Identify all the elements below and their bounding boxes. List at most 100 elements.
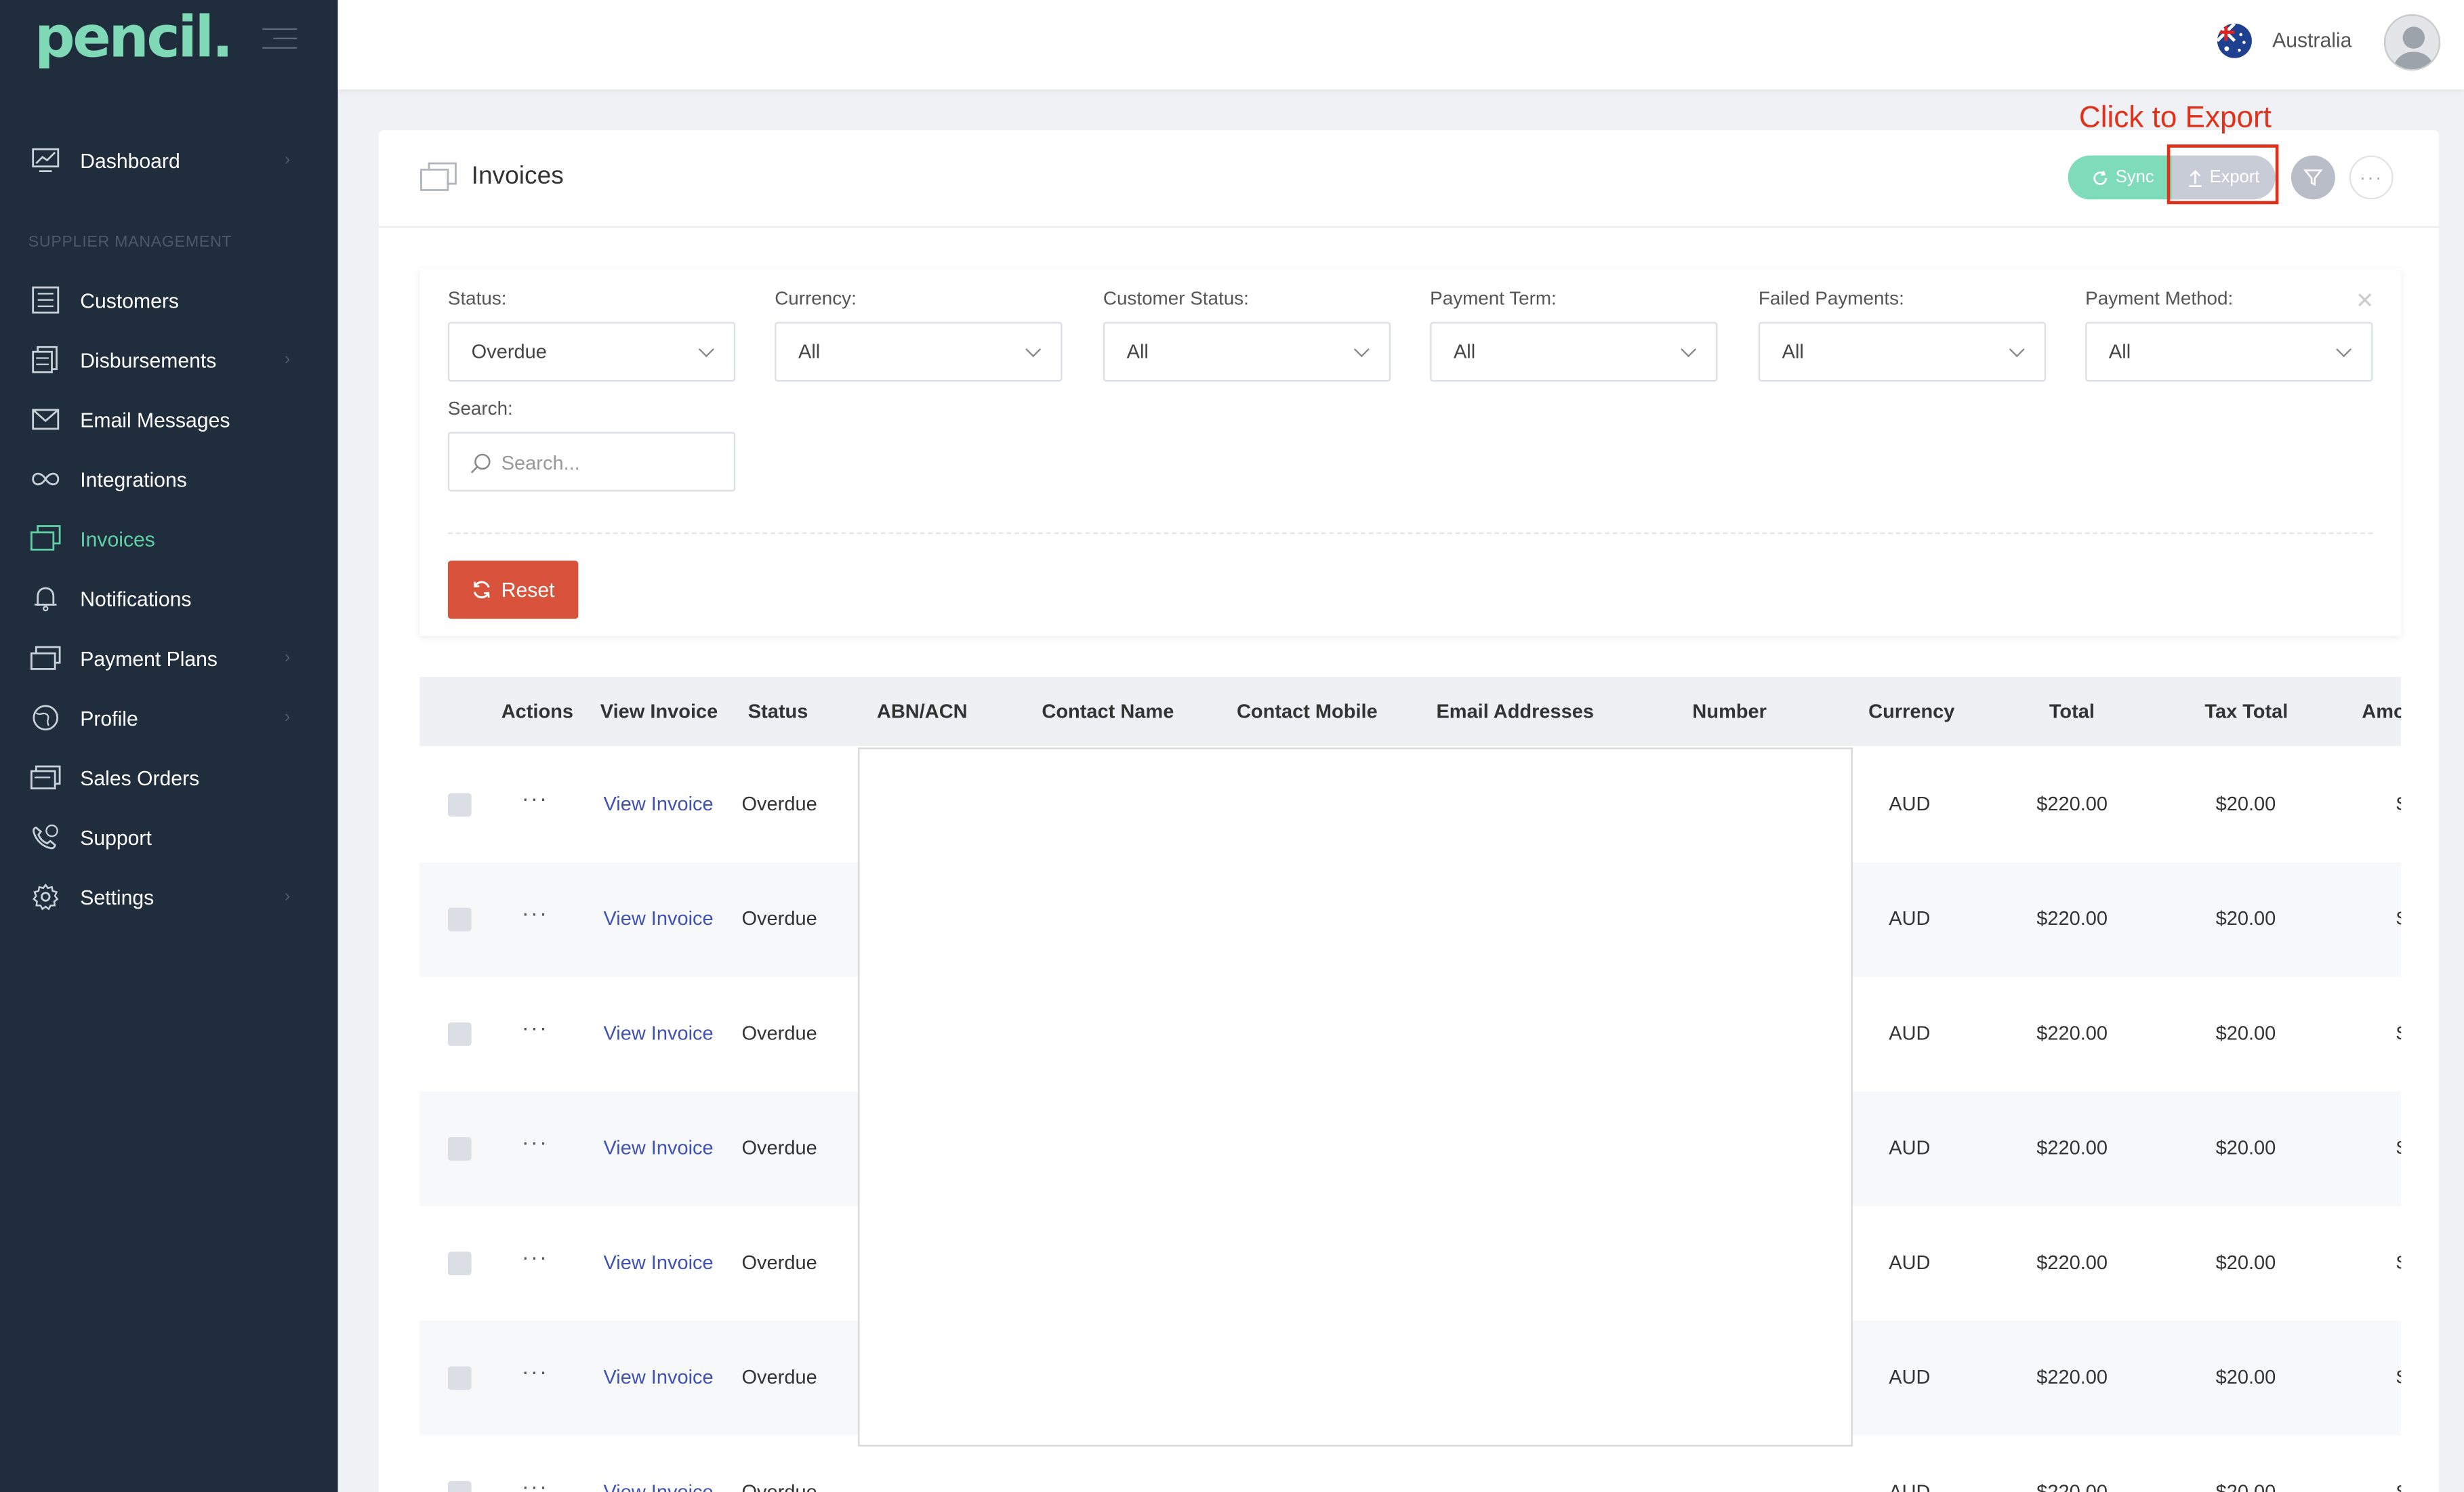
row-checkbox[interactable] — [447, 1251, 472, 1276]
table-header: Actions View Invoice Status ABN/ACN Cont… — [419, 677, 2402, 746]
status-cell: Overdue — [741, 1366, 817, 1389]
column-header[interactable]: Actions — [501, 701, 573, 722]
total-cell: $220.00 — [2036, 793, 2108, 815]
close-icon[interactable]: ✕ — [2356, 287, 2374, 314]
currency-filter-label: Currency: — [775, 287, 857, 310]
currency-select[interactable]: All — [775, 322, 1063, 382]
currency-select-value: All — [798, 340, 821, 363]
sidebar-item-profile[interactable]: Profile › — [0, 688, 338, 747]
row-checkbox[interactable] — [447, 1366, 472, 1390]
view-invoice-link[interactable]: View Invoice — [603, 1137, 713, 1159]
row-actions-icon[interactable]: ··· — [522, 900, 548, 925]
view-invoice-link[interactable]: View Invoice — [603, 1022, 713, 1044]
payment-term-select[interactable]: All — [1430, 322, 1718, 382]
stack-icon — [32, 346, 58, 373]
tax-total-cell: $20.00 — [2215, 1022, 2276, 1045]
row-actions-icon[interactable]: ··· — [522, 1244, 548, 1269]
column-header[interactable]: Contact Name — [1042, 701, 1174, 722]
sidebar-item-customers[interactable]: Customers — [0, 270, 338, 330]
chevron-down-icon — [1025, 341, 1042, 358]
sidebar-item-sales-orders[interactable]: Sales Orders — [0, 747, 338, 807]
sidebar-item-disbursements[interactable]: Disbursements › — [0, 330, 338, 390]
column-header[interactable]: Amo — [2362, 701, 2401, 722]
sidebar-item-integrations[interactable]: Integrations — [0, 449, 338, 509]
sidebar-item-payment-plans[interactable]: Payment Plans › — [0, 628, 338, 688]
export-highlight-box — [2167, 144, 2279, 205]
failed-payments-select[interactable]: All — [1758, 322, 2047, 382]
sync-icon — [2093, 169, 2108, 184]
column-header[interactable]: Total — [2049, 701, 2095, 722]
status-cell: Overdue — [741, 1251, 817, 1274]
column-header[interactable]: Currency — [1868, 701, 1954, 722]
sidebar-item-invoices[interactable]: Invoices — [0, 509, 338, 568]
filter-button[interactable] — [2291, 155, 2335, 200]
view-invoice-link[interactable]: View Invoice — [603, 793, 713, 815]
tax-total-cell: $20.00 — [2215, 907, 2276, 930]
more-options-button[interactable]: ··· — [2349, 155, 2394, 200]
australia-flag-icon[interactable] — [2217, 23, 2252, 58]
row-actions-icon[interactable]: ··· — [522, 1473, 548, 1492]
sidebar: pencil. Dashboard › SUPPLIER MANAGEMENT … — [0, 0, 338, 1492]
row-checkbox[interactable] — [447, 1022, 472, 1046]
app-logo[interactable]: pencil. — [35, 6, 233, 70]
column-header[interactable]: View Invoice — [600, 701, 718, 722]
search-input[interactable] — [501, 447, 722, 479]
sidebar-item-label: Invoices — [80, 526, 155, 551]
column-header[interactable]: Tax Total — [2204, 701, 2288, 722]
redacted-region — [858, 747, 1853, 1447]
view-invoice-link[interactable]: View Invoice — [603, 1481, 713, 1492]
sidebar-item-settings[interactable]: Settings › — [0, 867, 338, 926]
sidebar-item-dashboard[interactable]: Dashboard › — [0, 130, 338, 190]
row-checkbox[interactable] — [447, 1137, 472, 1161]
row-actions-icon[interactable]: ··· — [522, 1014, 548, 1039]
chevron-right-icon: › — [284, 887, 291, 907]
amount-cell: $ — [2396, 1137, 2401, 1159]
row-actions-icon[interactable]: ··· — [522, 785, 548, 810]
view-invoice-link[interactable]: View Invoice — [603, 1251, 713, 1273]
column-header[interactable]: Email Addresses — [1436, 701, 1594, 722]
menu-toggle-icon[interactable] — [262, 28, 297, 54]
currency-cell: AUD — [1889, 1481, 1930, 1492]
amount-cell: $ — [2396, 1251, 2401, 1273]
sidebar-item-label: Dashboard — [80, 148, 180, 172]
row-checkbox[interactable] — [447, 793, 472, 817]
column-header[interactable]: Status — [748, 701, 808, 722]
column-header[interactable]: Contact Mobile — [1237, 701, 1378, 722]
reset-button[interactable]: Reset — [447, 560, 579, 619]
payment-method-filter-label: Payment Method: — [2085, 287, 2234, 310]
country-selector[interactable]: Australia — [2272, 28, 2352, 52]
user-avatar[interactable] — [2383, 14, 2441, 71]
chevron-right-icon: › — [284, 708, 291, 728]
sidebar-item-email-messages[interactable]: Email Messages — [0, 390, 338, 449]
status-select[interactable]: Overdue — [447, 322, 736, 382]
gear-icon — [33, 884, 59, 911]
failed-payments-filter-label: Failed Payments: — [1758, 287, 1904, 310]
row-checkbox[interactable] — [447, 907, 472, 932]
view-invoice-link[interactable]: View Invoice — [603, 908, 713, 930]
row-checkbox[interactable] — [447, 1480, 472, 1492]
customer-status-select[interactable]: All — [1103, 322, 1391, 382]
invoice-icon — [30, 525, 61, 551]
chevron-down-icon — [2336, 341, 2352, 358]
total-cell: $220.00 — [2036, 907, 2108, 930]
reset-label: Reset — [501, 577, 555, 602]
phone-icon — [33, 824, 58, 850]
currency-cell: AUD — [1889, 1137, 1931, 1159]
column-header[interactable]: ABN/ACN — [877, 701, 968, 722]
payment-method-select[interactable]: All — [2085, 322, 2373, 382]
row-actions-icon[interactable]: ··· — [522, 1130, 548, 1155]
sidebar-item-notifications[interactable]: Notifications — [0, 568, 338, 628]
orders-icon — [30, 765, 61, 789]
status-cell: Overdue — [741, 1137, 817, 1159]
row-actions-icon[interactable]: ··· — [522, 1359, 548, 1384]
column-header[interactable]: Number — [1692, 701, 1767, 722]
sidebar-item-label: Email Messages — [80, 407, 230, 432]
sidebar-item-label: Settings — [80, 885, 155, 909]
user-icon — [2385, 16, 2439, 69]
view-invoice-link[interactable]: View Invoice — [603, 1367, 713, 1388]
search-icon — [470, 453, 491, 474]
currency-cell: AUD — [1889, 907, 1931, 930]
sidebar-item-label: Customers — [80, 288, 180, 312]
sync-button[interactable]: Sync — [2068, 155, 2178, 200]
sidebar-item-support[interactable]: Support — [0, 807, 338, 867]
